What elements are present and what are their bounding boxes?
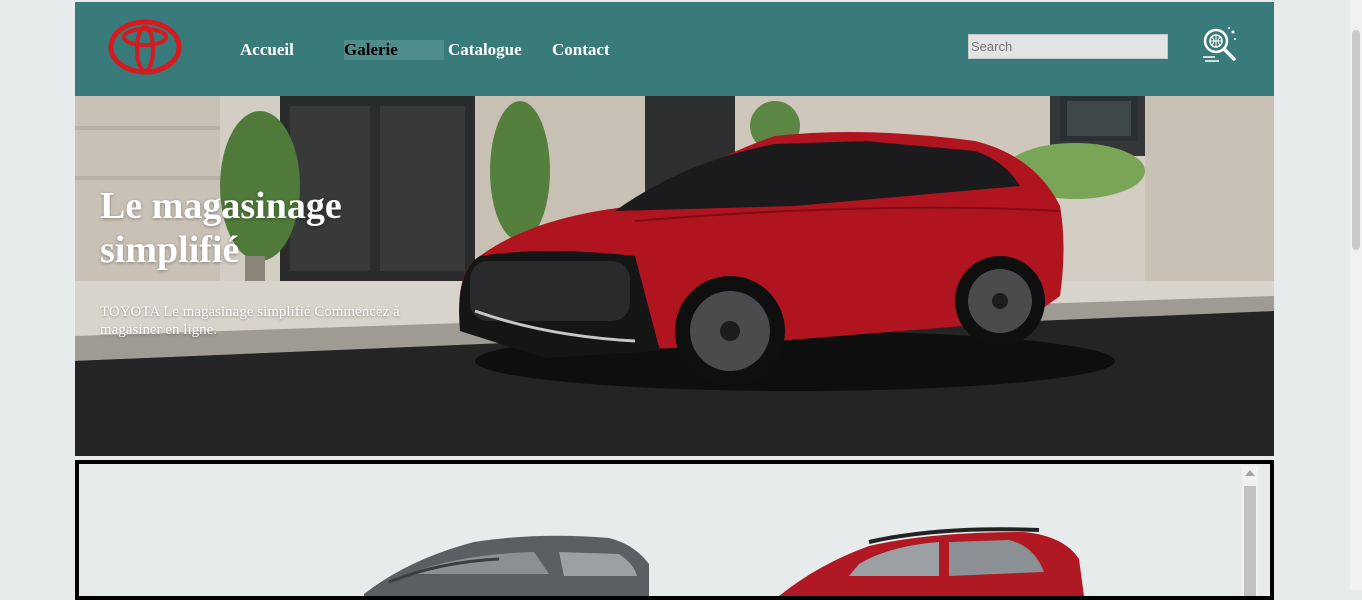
toyota-logo-icon[interactable] [108, 19, 182, 75]
gallery-car-images [364, 527, 1084, 596]
hero-description: TOYOTA Le magasinage simplifié Commencez… [100, 304, 400, 338]
window-scroll-thumb[interactable] [1352, 30, 1360, 250]
hero-title: Le magasinage simplifié [100, 185, 342, 271]
hero-car-image [75, 96, 1274, 456]
scroll-thumb[interactable] [1244, 486, 1256, 596]
page-container: Accueil Galerie Catalogue Contact Search… [75, 2, 1274, 600]
nav-accueil[interactable]: Accueil [240, 40, 294, 60]
search-input[interactable] [968, 34, 1168, 59]
gallery-frame [75, 460, 1274, 600]
scroll-up-icon[interactable] [1245, 470, 1255, 476]
nav-contact[interactable]: Contact [552, 40, 610, 60]
gallery-scrollbar[interactable] [1242, 466, 1258, 596]
nav-catalogue[interactable]: Catalogue [448, 40, 522, 60]
site-header: Accueil Galerie Catalogue Contact [75, 2, 1274, 96]
nav-galerie[interactable]: Galerie [344, 40, 444, 60]
search-gear-icon[interactable] [1199, 24, 1239, 64]
hero-banner: Le magasinage simplifié TOYOTA Le magasi… [75, 96, 1274, 456]
window-scrollbar[interactable] [1350, 0, 1362, 590]
